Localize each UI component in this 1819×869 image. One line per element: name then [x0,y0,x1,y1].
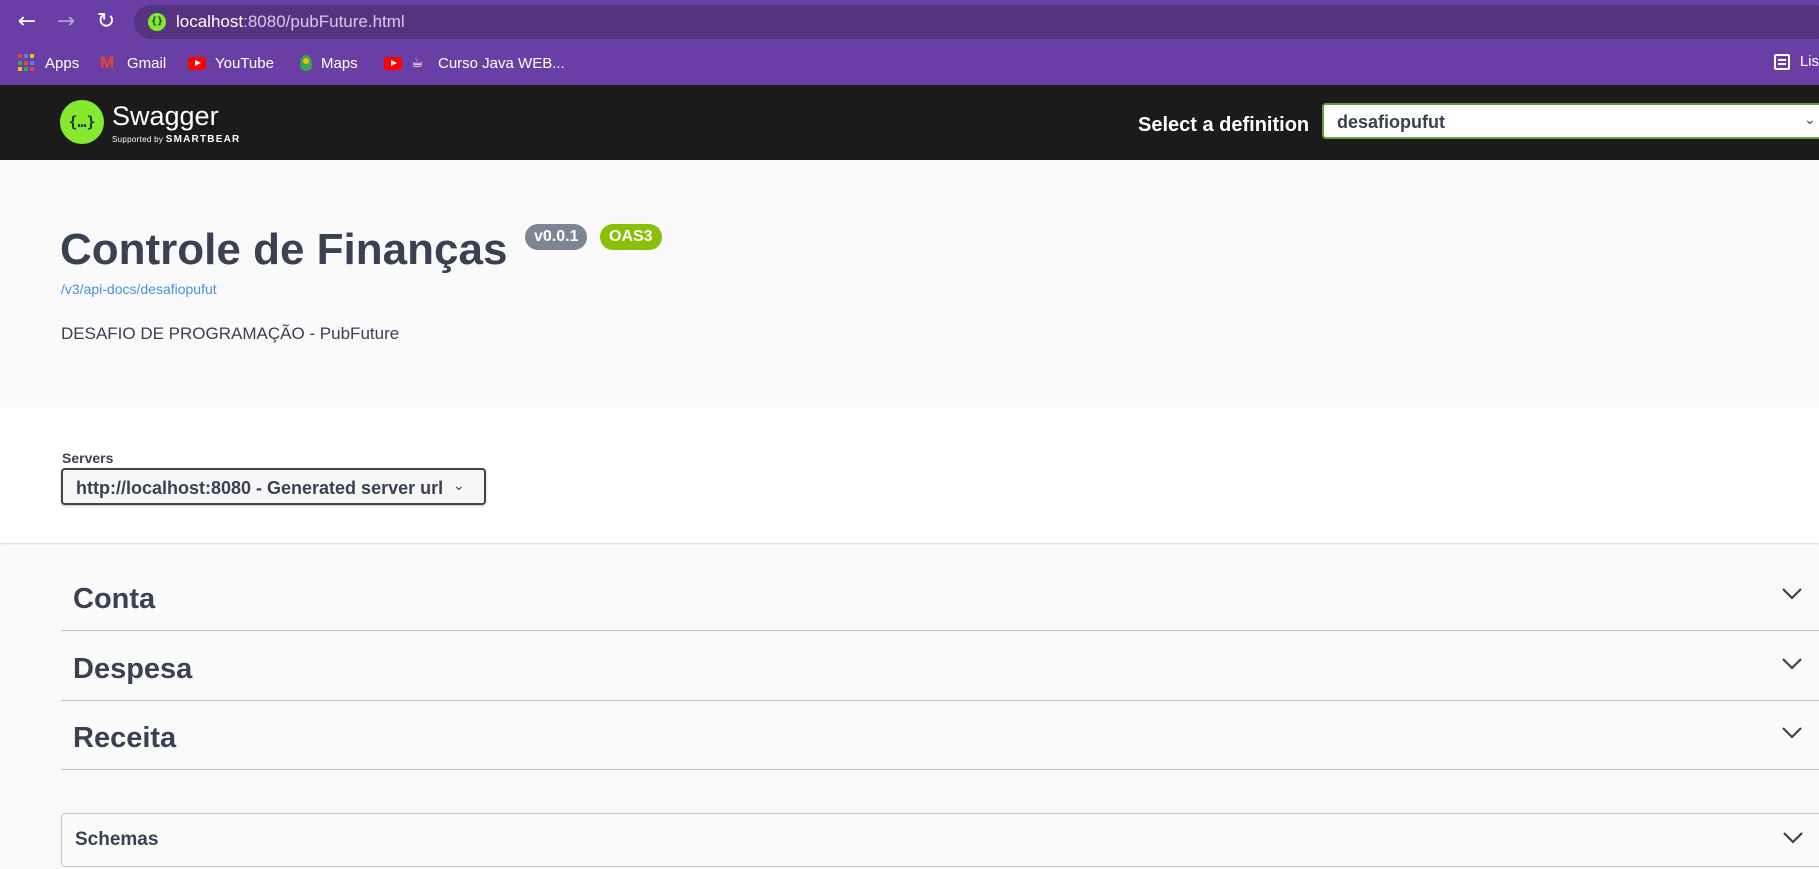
swagger-topbar: {…} Swagger Supported by SMARTBEAR Selec… [0,85,1819,160]
reading-list-label: Lis [1799,53,1819,70]
chevron-down-icon[interactable] [1782,831,1804,845]
bookmark-gmail[interactable]: M Gmail [100,53,166,73]
site-favicon-icon: {} [148,13,166,31]
gmail-icon: M [100,53,115,72]
url-path: :8080/pubFuture.html [243,12,405,31]
maps-pin-icon [300,55,312,71]
swagger-logo-icon: {…} [60,100,104,144]
url-host: localhost [176,12,244,31]
swagger-logo[interactable]: {…} Swagger Supported by SMARTBEAR [60,100,240,145]
api-title: Controle de Finanças [60,225,508,274]
youtube-icon [384,56,402,70]
servers-select[interactable]: http://localhost:8080 - Generated server… [61,468,486,505]
chevron-down-icon[interactable] [1781,726,1803,740]
tag-conta[interactable]: Conta [61,561,1819,631]
definition-select-value: desafiopufut [1337,112,1445,132]
bookmark-label: Curso Java WEB... [438,54,565,72]
reading-list-icon [1773,53,1790,70]
servers-label: Servers [62,450,114,466]
tag-receita[interactable]: Receita [61,700,1819,770]
oas-badge: OAS3 [600,224,662,250]
chevron-down-icon[interactable] [1781,587,1803,601]
bookmark-label: YouTube [215,54,274,72]
schemas-title: Schemas [75,829,159,850]
tag-name: Receita [73,722,177,754]
bookmark-label: Gmail [127,54,167,72]
api-docs-link[interactable]: /v3/api-docs/desafiopufut [61,281,217,297]
chevron-down-icon[interactable] [1781,657,1803,671]
reading-list-button[interactable]: Lis [1773,53,1819,70]
apps-grid-icon [18,54,36,72]
bookmark-label: Apps [45,54,80,72]
bookmark-youtube[interactable]: YouTube [188,53,274,73]
chevron-down-icon: ⌄ [453,478,465,494]
back-arrow-icon[interactable]: ← [12,8,42,36]
tag-name: Conta [73,583,156,615]
address-bar[interactable]: {} localhost:8080/pubFuture.html [134,5,1819,39]
bookmark-curso-java[interactable]: ☕ Curso Java WEB... [384,53,565,73]
coffee-cup-icon: ☕ [411,55,424,71]
bookmark-apps[interactable]: Apps [18,53,79,73]
version-badge: v0.0.1 [525,224,588,250]
youtube-icon [188,56,206,70]
bookmark-label: Maps [321,54,358,72]
url-text[interactable]: localhost:8080/pubFuture.html [176,13,405,31]
browser-chrome: ← → ↻ {} localhost:8080/pubFuture.html A… [0,0,1819,85]
bookmarks-bar: Apps M Gmail YouTube Maps ☕ Curso Java W… [0,49,1819,77]
tag-despesa[interactable]: Despesa [61,631,1819,701]
select-definition-label: Select a definition [1138,114,1310,136]
bookmark-maps[interactable]: Maps [300,53,358,73]
chevron-down-icon: ⌄ [1804,112,1816,128]
definition-select[interactable]: desafiopufut ⌄ [1322,103,1819,139]
forward-arrow-icon[interactable]: → [51,8,81,36]
servers-select-value: http://localhost:8080 - Generated server… [76,478,444,498]
logo-subtitle: Supported by SMARTBEAR [112,134,241,145]
schemas-section[interactable]: Schemas [61,813,1819,867]
api-description: DESAFIO DE PROGRAMAÇÃO - PubFuture [61,324,400,343]
tag-name: Despesa [73,653,193,685]
reload-icon[interactable]: ↻ [91,8,121,36]
logo-title: Swagger [112,101,219,131]
